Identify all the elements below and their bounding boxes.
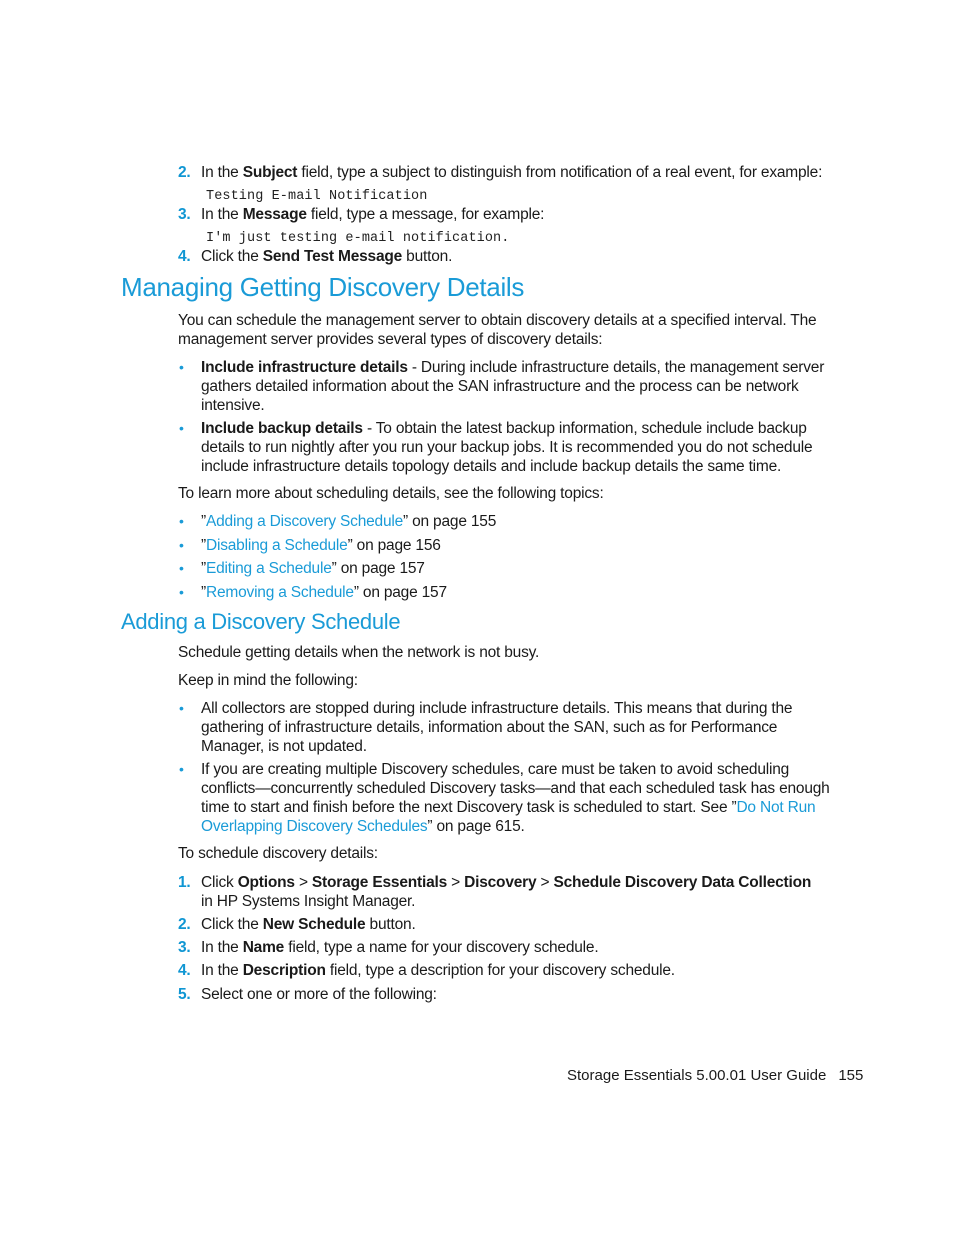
step-number: 4. xyxy=(178,248,191,265)
menu-path-item: Options xyxy=(237,874,295,891)
step-item: 3. In the Name field, type a name for you… xyxy=(178,939,599,956)
bullet-icon: • xyxy=(179,359,184,375)
topic-link-item: • ”Editing a Schedule” on page 157 xyxy=(179,560,425,577)
topic-link[interactable]: Removing a Schedule xyxy=(206,584,354,601)
intro-paragraph: You can schedule the management server t… xyxy=(178,312,817,348)
page-number: 155 xyxy=(838,1067,864,1084)
footer-guide-title: Storage Essentials 5.00.01 User Guide xyxy=(567,1067,827,1084)
steps-intro: To schedule discovery details: xyxy=(178,845,378,862)
topic-link[interactable]: Disabling a Schedule xyxy=(206,537,348,554)
step-item: 2. Click the New Schedule button. xyxy=(178,916,416,933)
bullet-icon: • xyxy=(179,761,184,777)
section-heading: Managing Getting Discovery Details xyxy=(121,272,525,302)
code-example: I'm just testing e-mail notification. xyxy=(206,231,510,246)
topic-link-item: • ”Adding a Discovery Schedule” on page … xyxy=(179,513,497,530)
list-item: • Include backup details - To obtain the… xyxy=(179,420,813,475)
menu-path-item: Storage Essentials xyxy=(311,874,448,891)
list-item: • Include infrastructure details - Durin… xyxy=(179,359,825,414)
list-item: • If you are creating multiple Discovery… xyxy=(179,761,830,835)
step-number: 3. xyxy=(178,206,191,223)
bullet-icon: • xyxy=(179,420,184,436)
bullet-icon: • xyxy=(179,513,184,529)
topic-link[interactable]: Editing a Schedule xyxy=(206,560,332,577)
bullet-icon: • xyxy=(179,700,184,716)
document-page: 2. In the Subject field, type a subject t… xyxy=(0,0,954,1235)
bullet-icon: • xyxy=(179,560,184,576)
step-number: 2. xyxy=(178,164,191,181)
topic-link-item: • ”Removing a Schedule” on page 157 xyxy=(179,584,447,601)
paragraph: Schedule getting details when the networ… xyxy=(178,644,540,661)
menu-path-item: Discovery xyxy=(464,874,537,891)
subsection-heading: Adding a Discovery Schedule xyxy=(121,609,401,634)
code-example: Testing E-mail Notification xyxy=(206,189,428,204)
step-number: 4. xyxy=(178,962,191,979)
step-number: 5. xyxy=(178,986,191,1003)
page-footer: Storage Essentials 5.00.01 User Guide 155 xyxy=(567,1067,863,1084)
topics-intro: To learn more about scheduling details, … xyxy=(178,485,604,502)
bullet-icon: • xyxy=(179,584,184,600)
menu-path-item: Schedule Discovery Data Collection xyxy=(553,874,812,891)
step-number: 1. xyxy=(178,874,191,891)
list-item: • All collectors are stopped during incl… xyxy=(179,700,793,755)
step-item: 3. In the Message field, type a message, … xyxy=(178,206,545,223)
step-item: 5. Select one or more of the following: xyxy=(178,986,437,1003)
step-item: 1. Click Options > Storage Essentials > D… xyxy=(178,874,812,910)
step-number: 3. xyxy=(178,939,191,956)
step-item: 4. In the Description field, type a descr… xyxy=(178,962,675,979)
bullet-icon: • xyxy=(179,537,184,553)
topic-link[interactable]: Adding a Discovery Schedule xyxy=(206,513,403,530)
paragraph: Keep in mind the following: xyxy=(178,672,358,689)
step-number: 2. xyxy=(178,916,191,933)
topic-link-item: • ”Disabling a Schedule” on page 156 xyxy=(179,537,441,554)
step-item: 4. Click the Send Test Message button. xyxy=(178,248,453,265)
step-item: 2. In the Subject field, type a subject t… xyxy=(178,164,823,181)
